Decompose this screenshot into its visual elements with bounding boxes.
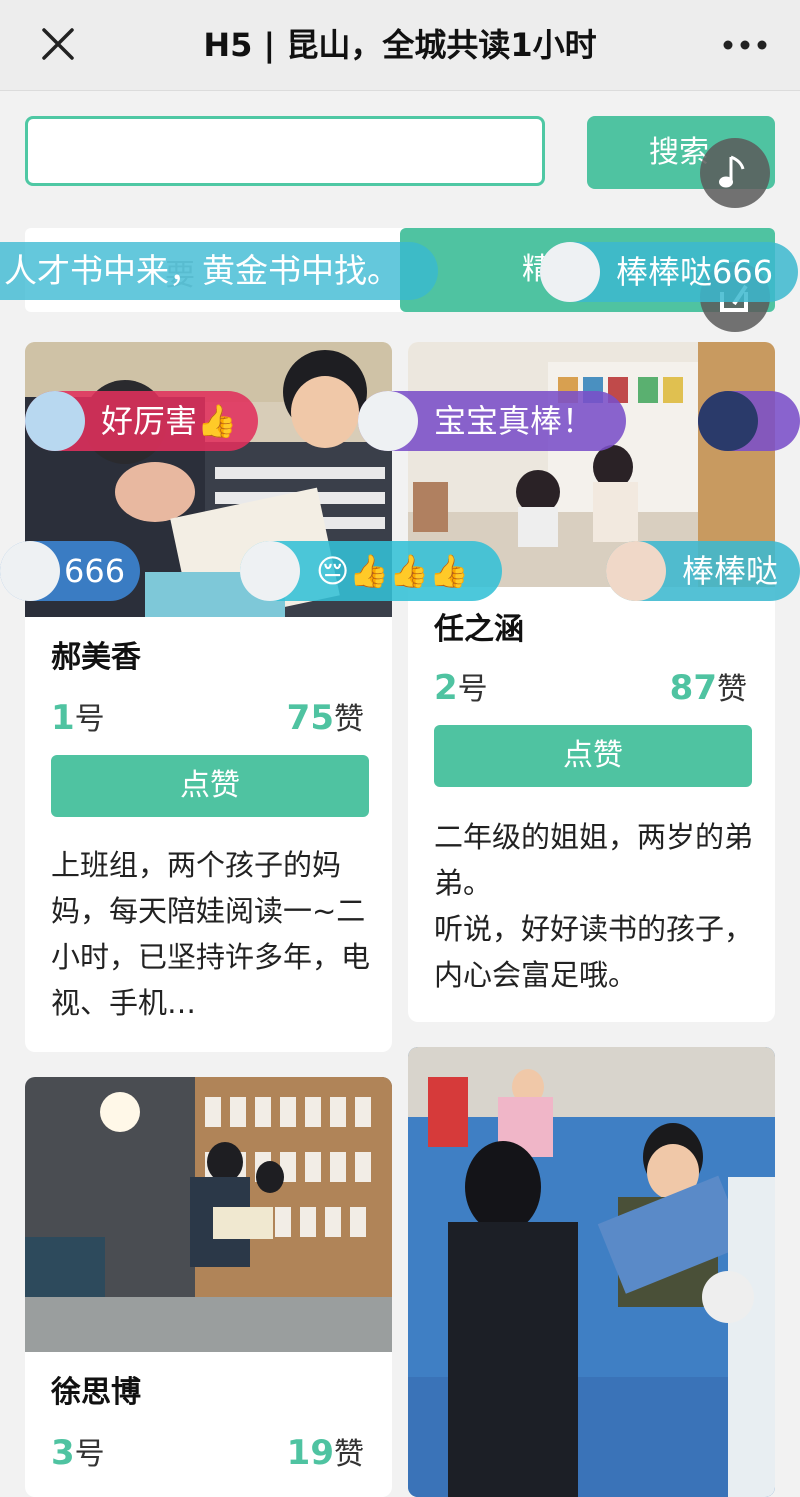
avatar [606,541,666,601]
avatar [25,391,85,451]
danmaku-comment: 好厉害👍 [25,391,258,451]
avatar [540,242,600,302]
entry-card-4[interactable] [408,1047,775,1497]
avatar [358,391,418,451]
scrolling-quote: 人才书中来，黄金书中找。 [0,242,438,300]
entry-name: 任之涵 [434,612,524,647]
entry-number: 1号 [51,698,105,738]
entry-description: 上班组，两个孩子的妈妈，每天陪娃阅读一~二小时，已坚持许多年，电视、手机… [51,848,371,1020]
like-count: 87赞 [669,668,747,708]
close-icon[interactable] [36,22,80,66]
entry-name: 徐思博 [51,1375,141,1410]
page-title: H5 | 昆山，全城共读1小时 [203,26,597,64]
danmaku-comment: 666 [0,541,140,601]
music-button[interactable] [700,138,770,208]
entry-number: 2号 [434,668,488,708]
danmaku-comment: 棒棒哒666 [540,242,798,302]
entry-photo [408,1047,775,1497]
like-count: 75赞 [286,698,364,738]
music-note-icon [719,155,745,188]
entry-card-3[interactable]: 徐思博 3号 19赞 [25,1077,392,1497]
more-icon[interactable] [720,28,770,62]
entry-description: 二年级的姐姐，两岁的弟弟。 听说，好好读书的孩子，内心会富足哦。 [434,820,754,992]
like-button[interactable]: 点赞 [51,755,369,817]
entry-number: 3号 [51,1433,105,1473]
danmaku-comment [698,391,800,451]
entry-photo [25,1077,392,1352]
like-count: 19赞 [286,1433,364,1473]
danmaku-comment: 宝宝真棒！ [358,391,626,451]
title-bar: H5 | 昆山，全城共读1小时 [0,0,800,91]
avatar [240,541,300,601]
entry-name: 郝美香 [51,640,141,675]
like-button[interactable]: 点赞 [434,725,752,787]
danmaku-comment: 😔👍👍👍 [240,541,502,601]
avatar [0,541,60,601]
search-input[interactable] [25,116,545,186]
danmaku-comment: 棒棒哒 [606,541,800,601]
avatar [698,391,758,451]
